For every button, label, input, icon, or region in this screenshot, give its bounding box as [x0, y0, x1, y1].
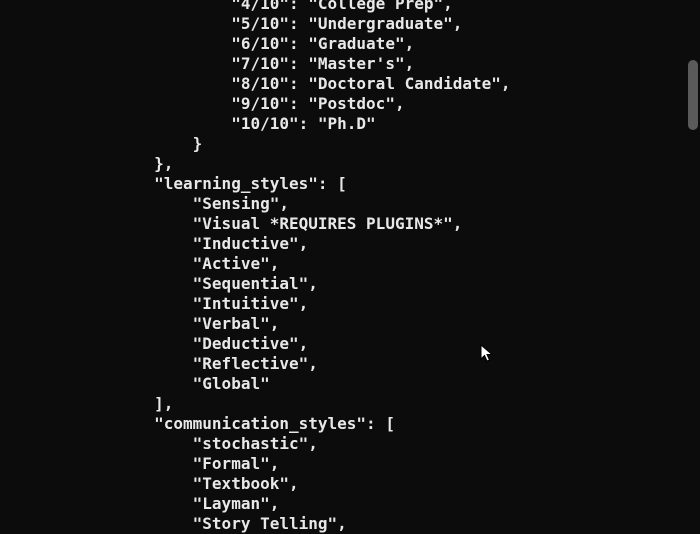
code-viewport: "4/10": "College Prep", "5/10": "Undergr… — [0, 0, 700, 534]
code-block: "4/10": "College Prep", "5/10": "Undergr… — [0, 0, 511, 534]
scrollbar-thumb[interactable] — [688, 60, 698, 130]
scrollbar-track[interactable] — [688, 0, 698, 534]
